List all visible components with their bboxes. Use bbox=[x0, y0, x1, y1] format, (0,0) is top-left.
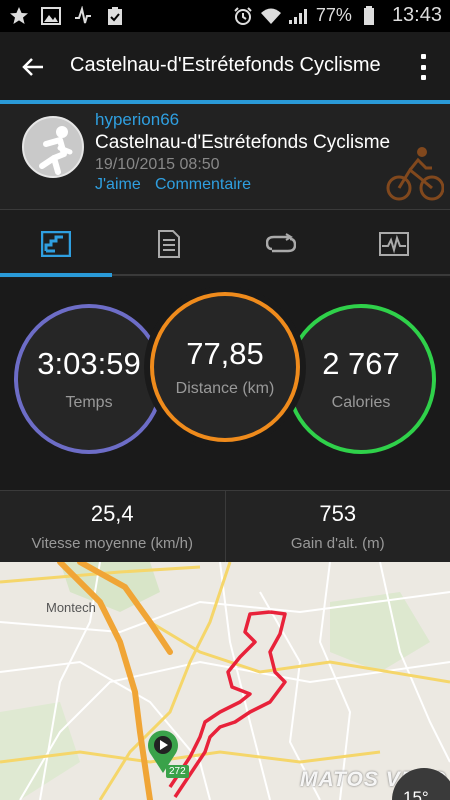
status-bar-system: 77% 13:43 bbox=[232, 4, 442, 27]
map-canvas bbox=[0, 562, 450, 800]
time-value: 3:03:59 bbox=[37, 346, 141, 381]
start-badge: 272 bbox=[166, 765, 189, 778]
cycling-icon bbox=[386, 144, 445, 202]
stats-summary: 3:03:59 Temps 2 767 Calories 77,85 Dista… bbox=[0, 278, 450, 490]
like-link[interactable]: J'aime bbox=[95, 176, 141, 194]
map-place-label: Montech bbox=[46, 600, 96, 615]
calories-label: Calories bbox=[331, 394, 391, 411]
activity-header: hyperion66 Castelnau-d'Estrétefonds Cycl… bbox=[0, 104, 450, 210]
signal-icon bbox=[288, 5, 310, 27]
tab-details[interactable] bbox=[113, 210, 226, 278]
distance-label: Distance (km) bbox=[175, 380, 275, 397]
alarm-icon bbox=[232, 5, 254, 27]
tab-graphs[interactable] bbox=[338, 210, 450, 278]
menu-dot bbox=[420, 54, 426, 59]
route-map[interactable]: Montech 272 MATOS VELO 15° bbox=[0, 562, 450, 800]
elevation-gain-value: 753 bbox=[319, 501, 357, 526]
runner-icon bbox=[39, 126, 73, 175]
tab-active-indicator bbox=[0, 273, 112, 277]
avatar[interactable] bbox=[22, 116, 84, 178]
calories-value: 2 767 bbox=[322, 346, 400, 381]
time-label: Temps bbox=[65, 394, 113, 411]
activity-date: 19/10/2015 08:50 bbox=[95, 156, 220, 173]
status-time: 13:43 bbox=[391, 4, 442, 26]
arrow-left-icon bbox=[22, 58, 43, 76]
wifi-icon bbox=[260, 5, 282, 27]
clipboard-check-icon bbox=[104, 5, 126, 27]
status-bar-notifications bbox=[8, 5, 126, 27]
laps-loop-icon bbox=[266, 233, 297, 253]
page-title: Castelnau-d'Estrétefonds Cyclisme bbox=[70, 54, 381, 76]
username-link[interactable]: hyperion66 bbox=[95, 110, 179, 130]
overview-chart-icon bbox=[41, 231, 72, 257]
back-button[interactable] bbox=[18, 52, 48, 82]
time-stat: 3:03:59 Temps bbox=[14, 304, 164, 454]
elevation-gain-label: Gain d'alt. (m) bbox=[290, 535, 385, 552]
activity-name: Castelnau-d'Estrétefonds Cyclisme bbox=[95, 132, 391, 153]
action-bar: Castelnau-d'Estrétefonds Cyclisme bbox=[0, 32, 450, 100]
avg-speed-value: 25,4 bbox=[90, 501, 134, 526]
battery-percent: 77% bbox=[315, 5, 352, 25]
overflow-menu-button[interactable] bbox=[414, 50, 432, 84]
distance-stat: 77,85 Distance (km) bbox=[150, 292, 300, 442]
image-icon bbox=[40, 5, 62, 27]
details-list-icon bbox=[157, 230, 180, 258]
graph-pulse-icon bbox=[378, 232, 409, 256]
status-bar: 77% 13:43 bbox=[0, 0, 450, 32]
tab-overview[interactable] bbox=[0, 210, 113, 278]
menu-dot bbox=[420, 64, 426, 70]
activity-icon bbox=[72, 5, 94, 27]
tab-laps[interactable] bbox=[225, 210, 338, 278]
menu-dot bbox=[420, 75, 426, 80]
star-icon bbox=[8, 5, 30, 27]
distance-value: 77,85 bbox=[186, 336, 264, 371]
avg-speed-stat: 25,4 Vitesse moyenne (km/h) bbox=[0, 491, 225, 562]
battery-icon bbox=[358, 5, 380, 27]
secondary-stats: 25,4 Vitesse moyenne (km/h) 753 Gain d'a… bbox=[0, 490, 450, 562]
tab-bar bbox=[0, 210, 450, 278]
calories-stat: 2 767 Calories bbox=[286, 304, 436, 454]
avg-speed-label: Vitesse moyenne (km/h) bbox=[31, 535, 193, 552]
weather-temp: 15° bbox=[403, 788, 429, 800]
comment-link[interactable]: Commentaire bbox=[155, 176, 251, 194]
elevation-gain-stat: 753 Gain d'alt. (m) bbox=[224, 491, 450, 562]
